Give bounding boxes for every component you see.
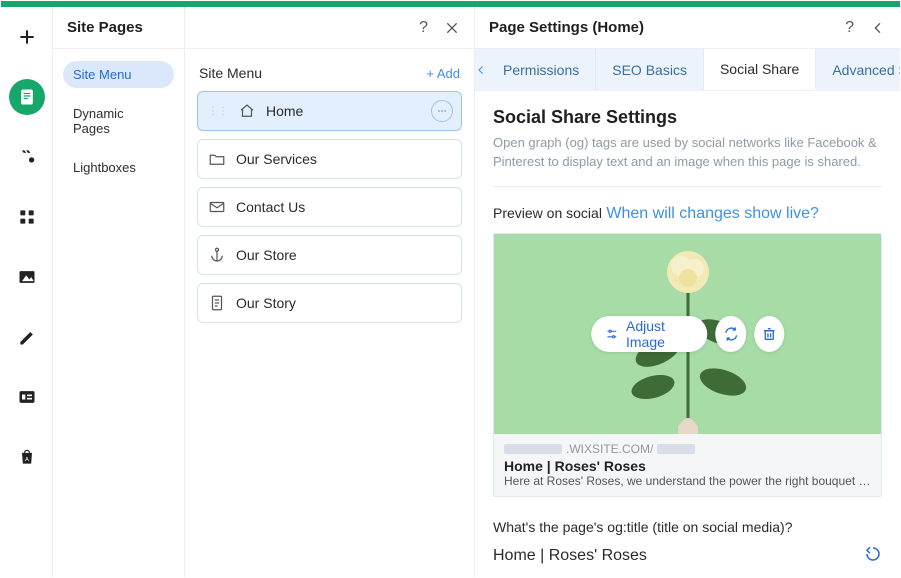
folder-icon (208, 150, 226, 168)
site-pages-title: Site Pages (67, 19, 143, 36)
content-icon[interactable] (9, 379, 45, 415)
anchor-icon (208, 246, 226, 264)
site-menu-heading: Site Menu (199, 65, 262, 81)
page-label: Our Story (236, 295, 296, 311)
add-page-button[interactable]: + Add (426, 66, 460, 81)
apps-icon[interactable] (9, 199, 45, 235)
preview-card-title: Home | Roses' Roses (504, 458, 871, 474)
replace-image-button[interactable] (716, 316, 746, 352)
close-icon[interactable] (444, 20, 460, 36)
help-icon[interactable]: ? (419, 19, 428, 37)
page-label: Home (266, 103, 303, 119)
page-label: Our Store (236, 247, 297, 263)
media-icon[interactable] (9, 259, 45, 295)
adjust-image-button[interactable]: Adjust Image (591, 316, 708, 352)
site-pages-panel: Site Pages Site Menu Dynamic Pages Light… (53, 7, 185, 577)
page-label: Contact Us (236, 199, 305, 215)
home-icon (238, 102, 256, 120)
add-icon[interactable] (9, 19, 45, 55)
back-icon[interactable] (870, 20, 886, 36)
section-title: Social Share Settings (493, 107, 882, 128)
tab-seo-basics[interactable]: SEO Basics (596, 49, 704, 90)
help-icon[interactable]: ? (845, 19, 854, 37)
page-item-store[interactable]: Our Store (197, 235, 462, 275)
page-item-contact[interactable]: Contact Us (197, 187, 462, 227)
adjust-image-label: Adjust Image (626, 318, 694, 350)
preview-card-description: Here at Roses' Roses, we understand the … (504, 474, 871, 488)
preview-host: .WIXSITE.COM/ (504, 442, 871, 456)
page-settings-title: Page Settings (Home) (489, 19, 644, 36)
page-item-services[interactable]: Our Services (197, 139, 462, 179)
delete-image-button[interactable] (754, 316, 784, 352)
left-icon-rail: A (1, 7, 53, 577)
page-label: Our Services (236, 151, 317, 167)
divider (493, 186, 882, 187)
tabs-scroll-left[interactable] (475, 49, 487, 90)
tab-advanced-seo[interactable]: Advanced SEO (816, 49, 900, 90)
tab-social-share[interactable]: Social Share (704, 49, 816, 90)
category-dynamic-pages[interactable]: Dynamic Pages (63, 100, 174, 142)
svg-text:A: A (25, 457, 29, 463)
theme-icon[interactable] (9, 139, 45, 175)
category-lightboxes[interactable]: Lightboxes (63, 154, 174, 181)
pages-icon[interactable] (9, 79, 45, 115)
social-preview-image: Adjust Image (494, 234, 881, 434)
page-item-story[interactable]: Our Story (197, 283, 462, 323)
og-title-label: What's the page's og:title (title on soc… (493, 519, 882, 535)
page-settings-panel: Page Settings (Home) ? Permissions SEO B… (475, 7, 900, 577)
live-changes-link[interactable]: When will changes show live? (606, 205, 819, 222)
store-icon[interactable]: A (9, 439, 45, 475)
category-site-menu[interactable]: Site Menu (63, 61, 174, 88)
section-description: Open graph (og) tags are used by social … (493, 134, 882, 172)
doc-icon (208, 294, 226, 312)
site-menu-panel: ? Site Menu + Add ⋮⋮ Home (185, 7, 475, 577)
og-title-value[interactable]: Home | Roses' Roses (493, 547, 647, 565)
settings-tabstrip: Permissions SEO Basics Social Share Adva… (475, 49, 900, 91)
blog-icon[interactable] (9, 319, 45, 355)
revert-og-title-button[interactable] (864, 545, 882, 568)
preview-label: Preview on social (493, 205, 602, 221)
page-more-icon[interactable] (431, 100, 453, 122)
page-item-home[interactable]: ⋮⋮ Home (197, 91, 462, 131)
mail-icon (208, 198, 226, 216)
tab-permissions[interactable]: Permissions (487, 49, 596, 90)
drag-handle-icon[interactable]: ⋮⋮ (208, 106, 228, 117)
social-preview-card: Adjust Image .WIXSITE.COM/ (493, 233, 882, 497)
